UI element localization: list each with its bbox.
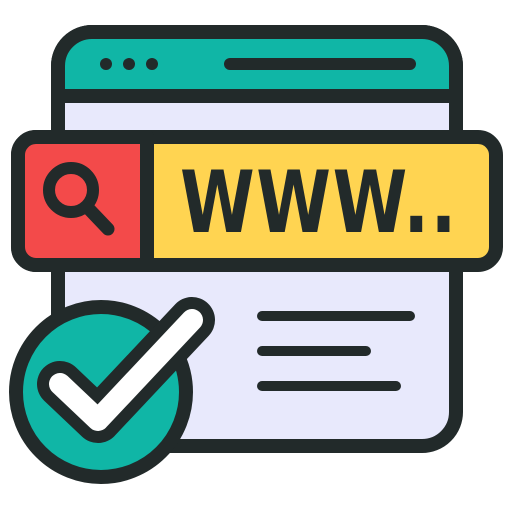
verified-badge [9,297,215,484]
window-dot-icon [146,58,158,70]
search-button [11,130,154,272]
search-bar: WWW.. [11,130,503,272]
window-dot-icon [100,58,112,70]
window-dot-icon [123,58,135,70]
url-text: WWW.. [180,153,458,253]
icon-canvas: WWW.. [0,0,512,512]
website-search-verified-icon: WWW.. [9,25,503,484]
